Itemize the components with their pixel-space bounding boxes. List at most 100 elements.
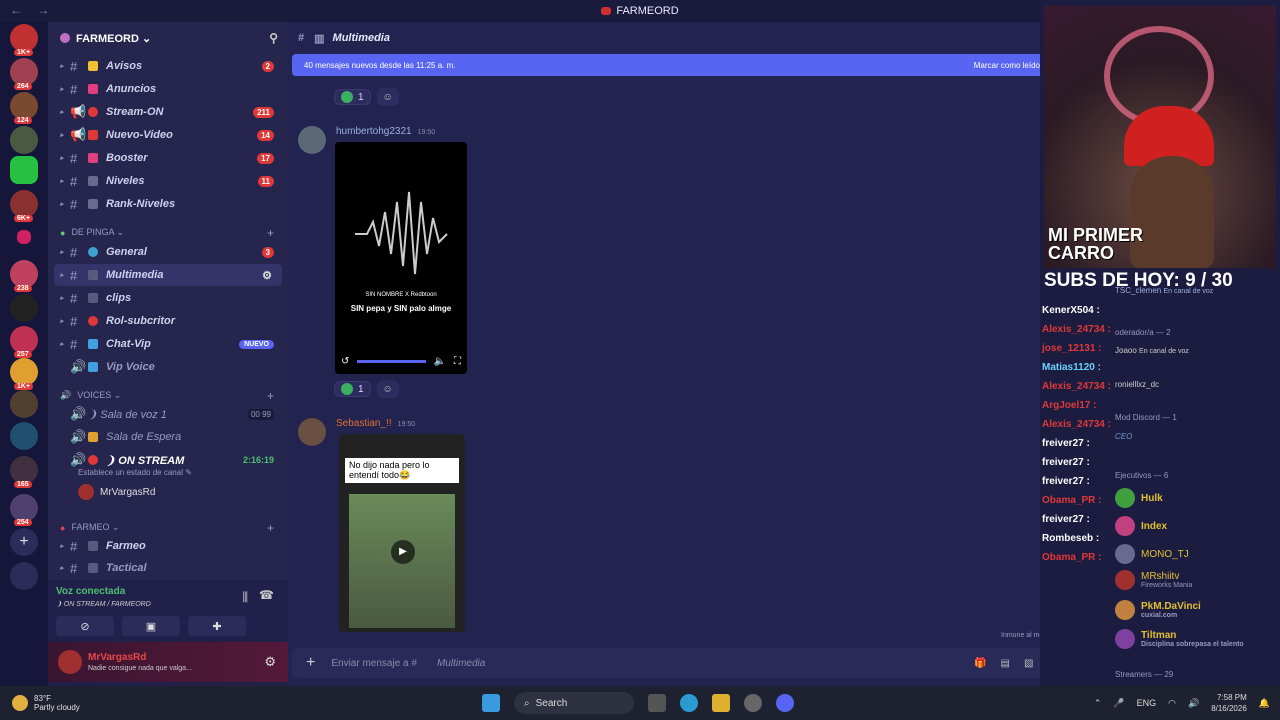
- server-icon[interactable]: 257: [10, 326, 38, 358]
- channel-vip-voice[interactable]: 🔊 Vip Voice: [54, 356, 282, 378]
- wifi-icon[interactable]: ◠: [1168, 698, 1176, 709]
- channel-niveles[interactable]: ▸ # Niveles 11: [54, 170, 282, 192]
- channel-chat-vip[interactable]: ▸ # Chat-Vip NUEVO: [54, 333, 282, 355]
- server-icon[interactable]: 1K+: [10, 24, 38, 56]
- channel-booster[interactable]: ▸ # Booster 17: [54, 147, 282, 169]
- add-member-icon[interactable]: ⚲: [269, 31, 278, 45]
- edge-icon[interactable]: [680, 694, 698, 712]
- add-channel-icon[interactable]: +: [267, 389, 274, 403]
- member-row[interactable]: Hulk: [1115, 488, 1163, 508]
- clock[interactable]: 7:58 PM 8/16/2026: [1211, 692, 1247, 714]
- avatar[interactable]: [58, 650, 82, 674]
- channel-rol-subcritor[interactable]: ▸ # Rol-subcritor: [54, 310, 282, 332]
- task-view-icon[interactable]: [648, 694, 666, 712]
- channel-general[interactable]: ▸ # General 3: [54, 241, 282, 263]
- reaction-check[interactable]: 1: [334, 381, 371, 397]
- server-icon[interactable]: [10, 422, 38, 450]
- member-name[interactable]: CEO: [1115, 432, 1132, 441]
- mark-read-button[interactable]: Marcar como leído: [974, 61, 1040, 70]
- member-row[interactable]: TSC_clemen En canal de voz: [1115, 286, 1213, 295]
- search-box[interactable]: ⌕ Search: [514, 692, 634, 714]
- settings-gear-icon[interactable]: ⚙: [264, 654, 276, 670]
- channel-anuncios[interactable]: ▸ # Anuncios: [54, 78, 282, 100]
- weather-widget[interactable]: 83°F Partly cloudy: [12, 694, 80, 712]
- guild-header[interactable]: FARMEORD ⌄ ⚲: [48, 22, 288, 54]
- file-explorer-icon[interactable]: [712, 694, 730, 712]
- screen-share-button[interactable]: ▣: [122, 616, 180, 636]
- voice-user[interactable]: MrVargasRd: [78, 484, 155, 500]
- message-author[interactable]: humbertohg2321: [336, 126, 412, 137]
- noise-icon[interactable]: ⫼: [242, 590, 248, 605]
- new-messages-banner[interactable]: 40 mensajes nuevos desde las 11:25 a. m.…: [292, 54, 1052, 76]
- category-voices[interactable]: 🔊 VOICES ⌄ +: [60, 389, 280, 403]
- voice-channel-sala-1[interactable]: 🔊 ❩ Sala de voz 1 00 99: [54, 403, 282, 425]
- chevron-up-icon[interactable]: ⌃: [1094, 698, 1102, 709]
- channel-clips[interactable]: ▸ # clips: [54, 287, 282, 309]
- server-icon[interactable]: 238: [10, 260, 38, 292]
- fullscreen-icon[interactable]: ⛶: [454, 356, 461, 367]
- avatar[interactable]: [298, 418, 326, 446]
- message-input[interactable]: +Enviar mensaje a #Multimedia 🎁▤▨☺✚: [292, 648, 1096, 678]
- volume-icon[interactable]: 🔈: [434, 356, 446, 367]
- channel-multimedia[interactable]: ▸ # Multimedia ⚙: [54, 264, 282, 286]
- server-icon[interactable]: 254: [10, 494, 38, 526]
- add-channel-icon[interactable]: +: [267, 226, 274, 240]
- add-channel-icon[interactable]: +: [267, 521, 274, 535]
- server-icon[interactable]: [17, 230, 31, 244]
- member-row[interactable]: MRshiitv Fireworks Mania: [1115, 570, 1192, 590]
- notification-icon[interactable]: 🔔: [1259, 698, 1270, 709]
- server-icon[interactable]: 6K+: [10, 190, 38, 222]
- volume-icon[interactable]: 🔊: [1188, 698, 1199, 709]
- discover-icon[interactable]: [10, 562, 38, 590]
- gif-icon[interactable]: ▤: [1000, 658, 1009, 669]
- camera-off-button[interactable]: ⊘: [56, 616, 114, 636]
- server-icon[interactable]: 264: [10, 58, 38, 90]
- settings-gear-icon[interactable]: ⚙: [262, 269, 272, 282]
- member-row[interactable]: MONO_TJ: [1115, 544, 1189, 564]
- video-attachment[interactable]: SIN NOMBRE X Redbtoon SIN pepa y SIN pal…: [335, 142, 467, 374]
- obs-icon[interactable]: [744, 694, 762, 712]
- language-indicator[interactable]: ENG: [1137, 698, 1157, 708]
- server-icon[interactable]: [10, 390, 38, 418]
- category-de-pinga[interactable]: ● DE PINGA ⌄ +: [60, 226, 280, 240]
- member-row[interactable]: PkM.DaVinci cuxial.com: [1115, 600, 1201, 620]
- server-icon[interactable]: 1K+: [10, 358, 38, 390]
- start-icon[interactable]: [482, 694, 500, 712]
- add-server-icon[interactable]: +: [10, 528, 38, 556]
- nav-arrows[interactable]: ← →: [10, 3, 55, 17]
- channel-stream-on[interactable]: ▸ 📢 Stream-ON 211: [54, 101, 282, 123]
- channel-tactical[interactable]: ▸ # Tactical: [54, 557, 282, 579]
- server-icon[interactable]: [10, 294, 38, 322]
- activity-button[interactable]: ✚: [188, 616, 246, 636]
- sticker-icon[interactable]: ▨: [1024, 658, 1033, 669]
- server-icon[interactable]: 165: [10, 456, 38, 488]
- server-icon[interactable]: 124: [10, 92, 38, 124]
- progress-bar[interactable]: [357, 359, 426, 363]
- channel-avisos[interactable]: ▸ # Avisos 2: [54, 55, 282, 77]
- category-farmeo[interactable]: ● FARMEO ⌄ +: [60, 521, 280, 535]
- add-reaction-button[interactable]: ☺: [376, 380, 399, 398]
- add-reaction-button[interactable]: ☺: [376, 88, 399, 106]
- play-icon[interactable]: ▶: [391, 540, 415, 564]
- server-icon[interactable]: [10, 126, 38, 154]
- message-author[interactable]: Sebastian_!!: [336, 418, 392, 429]
- channel-farmeo[interactable]: ▸ # Farmeo: [54, 535, 282, 557]
- mic-icon[interactable]: 🎤: [1113, 698, 1124, 709]
- member-row[interactable]: Index: [1115, 516, 1167, 536]
- member-row[interactable]: Tiltman Disciplina sobrepasa el talento: [1115, 629, 1244, 649]
- voice-status-text[interactable]: Establece un estado de canal ✎: [78, 468, 192, 477]
- kick-server-icon[interactable]: [10, 156, 38, 184]
- disconnect-icon[interactable]: ☎: [259, 588, 274, 602]
- voice-channel-sala-espera[interactable]: 🔊 Sala de Espera: [54, 426, 282, 448]
- avatar[interactable]: [298, 126, 326, 154]
- reaction-check[interactable]: 1: [334, 89, 371, 105]
- attach-plus-icon[interactable]: +: [306, 654, 315, 672]
- video-attachment[interactable]: No dijo nada pero lo entendí todo😂 ▶: [339, 434, 465, 632]
- member-name[interactable]: ronielllxz_dc: [1115, 380, 1159, 389]
- member-row[interactable]: Joaoo En canal de voz: [1115, 346, 1189, 355]
- gift-icon[interactable]: 🎁: [974, 658, 986, 669]
- replay-icon[interactable]: ↺: [341, 356, 349, 367]
- discord-icon[interactable]: [776, 694, 794, 712]
- channel-nuevo-video[interactable]: ▸ 📢 Nuevo-Video 14: [54, 124, 282, 146]
- channel-rank-niveles[interactable]: ▸ # Rank-Niveles: [54, 193, 282, 215]
